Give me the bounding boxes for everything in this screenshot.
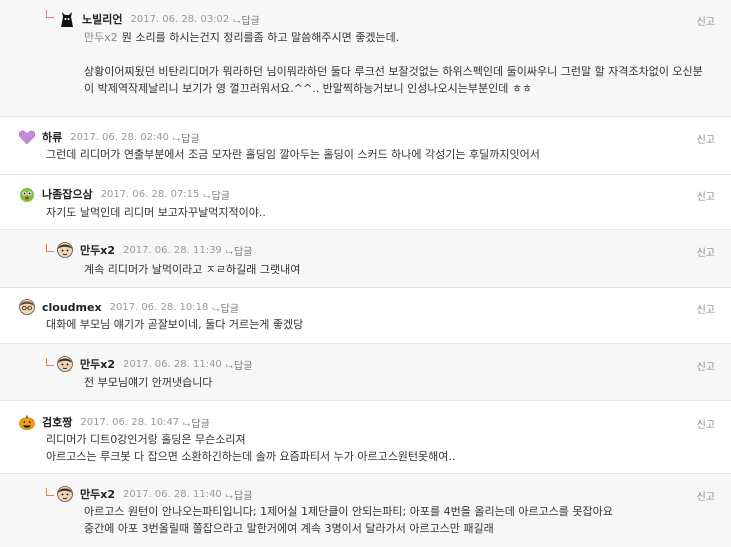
comment-date: 2017. 06. 28. 11:40 bbox=[123, 488, 222, 500]
reply-button[interactable]: ⮡답글 bbox=[212, 300, 239, 315]
reply-arrow-icon: ⮡ bbox=[225, 247, 233, 258]
black-cat-icon bbox=[58, 10, 76, 28]
reply-button[interactable]: ⮡답글 bbox=[233, 12, 260, 27]
report-button[interactable]: 신고 bbox=[697, 131, 715, 146]
comment-author[interactable]: 만두x2 bbox=[80, 242, 115, 258]
comment-body: 리디머가 디트0강인거랑 홀딩은 무슨소리져 아르고스는 루크봇 다 잡으면 소… bbox=[46, 433, 456, 463]
comment-body: 대화에 부모님 얘기가 곧잘보이네, 둘다 거르는게 좋겠당 bbox=[46, 318, 304, 331]
comment-date: 2017. 06. 28. 03:02 bbox=[130, 13, 230, 25]
reply-arrow-icon: ⮡ bbox=[183, 419, 191, 430]
comment-item: 노빌리언 2017. 06. 28. 03:02 ⮡답글 신고 만두x2 뭔 소리… bbox=[0, 0, 731, 117]
comment-date: 2017. 06. 28. 10:47 bbox=[80, 416, 180, 428]
comment-header: 만두x2 2017. 06. 28. 11:39 ⮡답글 bbox=[56, 241, 252, 259]
reply-indicator bbox=[46, 10, 54, 18]
reply-arrow-icon: ⮡ bbox=[225, 361, 233, 372]
comment-date: 2017. 06. 28. 07:15 bbox=[100, 188, 200, 200]
reply-button[interactable]: ⮡답글 bbox=[226, 357, 253, 372]
comment-date: 2017. 06. 28. 10:18 bbox=[109, 301, 209, 313]
comment-header: 나좀잡으삼 2017. 06. 28. 07:15 ⮡답글 bbox=[18, 185, 230, 203]
comment-date: 2017. 06. 28. 02:40 bbox=[70, 131, 170, 143]
reply-button[interactable]: ⮡답글 bbox=[173, 130, 200, 145]
reply-button[interactable]: ⮡답글 bbox=[203, 187, 230, 202]
comment-item: 만두x2 2017. 06. 28. 11:40 ⮡답글 신고 아르고스 원턴이… bbox=[0, 474, 731, 547]
report-button[interactable]: 신고 bbox=[697, 358, 715, 373]
comment-body: 전 부모님얘기 안꺼냇습니다 bbox=[84, 376, 213, 389]
comment-header: 하류 2017. 06. 28. 02:40 ⮡답글 bbox=[18, 128, 200, 146]
report-button[interactable]: 신고 bbox=[697, 188, 715, 203]
comment-date: 2017. 06. 28. 11:40 bbox=[123, 358, 222, 370]
comment-author[interactable]: 만두x2 bbox=[80, 486, 115, 502]
comment-mention[interactable]: 만두x2 bbox=[84, 31, 118, 44]
reply-button[interactable]: ⮡답글 bbox=[226, 243, 253, 258]
comment-header: 검호짱 2017. 06. 28. 10:47 ⮡답글 bbox=[18, 413, 210, 431]
comment-header: 만두x2 2017. 06. 28. 11:40 ⮡답글 bbox=[56, 485, 252, 503]
comment-item: 검호짱 2017. 06. 28. 10:47 ⮡답글 신고 리디머가 디트0강… bbox=[0, 401, 731, 474]
report-button[interactable]: 신고 bbox=[697, 301, 715, 316]
comment-author[interactable]: 검호짱 bbox=[42, 414, 72, 430]
comment-item: 만두x2 2017. 06. 28. 11:40 ⮡답글 신고 전 부모님얘기 … bbox=[0, 344, 731, 401]
comment-body: 아르고스 원턴이 안나오는파티입니다; 1제어실 1제단클이 안되는파티; 아포… bbox=[84, 505, 613, 535]
comment-author[interactable]: 나좀잡으삼 bbox=[42, 186, 93, 202]
comment-body: 그런데 리디머가 연출부분에서 조금 모자란 홀딩임 깔아두는 홀딩이 스커드 … bbox=[46, 148, 540, 161]
comment-date: 2017. 06. 28. 11:39 bbox=[123, 244, 222, 256]
comment-body: 만두x2 뭔 소리를 하시는건지 정리를좀 하고 말씀해주시면 좋겠는데. 상황이… bbox=[84, 31, 703, 95]
report-button[interactable]: 신고 bbox=[697, 244, 715, 259]
comment-author[interactable]: 노빌리언 bbox=[82, 11, 122, 27]
reply-arrow-icon: ⮡ bbox=[203, 191, 211, 202]
comment-header: 노빌리언 2017. 06. 28. 03:02 ⮡답글 bbox=[58, 10, 260, 28]
comment-item: 만두x2 2017. 06. 28. 11:39 ⮡답글 신고 계속 리디머가 … bbox=[0, 230, 731, 288]
comment-header: 만두x2 2017. 06. 28. 11:40 ⮡답글 bbox=[56, 355, 252, 373]
green-creature-icon bbox=[18, 185, 36, 203]
comment-item: cloudmex 2017. 06. 28. 10:18 ⮡답글 신고 대화에 … bbox=[0, 288, 731, 344]
report-button[interactable]: 신고 bbox=[697, 488, 715, 503]
comment-author[interactable]: 만두x2 bbox=[80, 356, 115, 372]
comment-body: 계속 리디머가 날먹이라고 ㅈㄹ하길래 그랫내여 bbox=[84, 263, 301, 276]
boy-face-icon bbox=[56, 485, 74, 503]
comment-author[interactable]: cloudmex bbox=[42, 301, 102, 314]
report-button[interactable]: 신고 bbox=[697, 416, 715, 431]
purple-heart-icon bbox=[18, 128, 36, 146]
comment-author[interactable]: 하류 bbox=[42, 129, 62, 145]
reply-button[interactable]: ⮡답글 bbox=[183, 415, 210, 430]
reply-indicator bbox=[46, 488, 54, 496]
pumpkin-icon bbox=[18, 413, 36, 431]
comment-item: 하류 2017. 06. 28. 02:40 ⮡답글 신고 그런데 리디머가 연… bbox=[0, 117, 731, 175]
report-button[interactable]: 신고 bbox=[697, 13, 715, 28]
reply-arrow-icon: ⮡ bbox=[173, 134, 181, 145]
comment-header: cloudmex 2017. 06. 28. 10:18 ⮡답글 bbox=[18, 298, 239, 316]
comment-body: 자기도 날먹인데 리디머 보고자꾸날먹지적이야.. bbox=[46, 206, 266, 219]
reply-indicator bbox=[46, 244, 54, 252]
reply-arrow-icon: ⮡ bbox=[212, 304, 220, 315]
reply-arrow-icon: ⮡ bbox=[233, 16, 241, 27]
reply-arrow-icon: ⮡ bbox=[225, 491, 233, 502]
glasses-face-icon bbox=[18, 298, 36, 316]
boy-face-icon bbox=[56, 241, 74, 259]
boy-face-icon bbox=[56, 355, 74, 373]
comment-item: 나좀잡으삼 2017. 06. 28. 07:15 ⮡답글 신고 자기도 날먹인… bbox=[0, 175, 731, 230]
reply-indicator bbox=[46, 358, 54, 366]
reply-button[interactable]: ⮡답글 bbox=[226, 487, 253, 502]
